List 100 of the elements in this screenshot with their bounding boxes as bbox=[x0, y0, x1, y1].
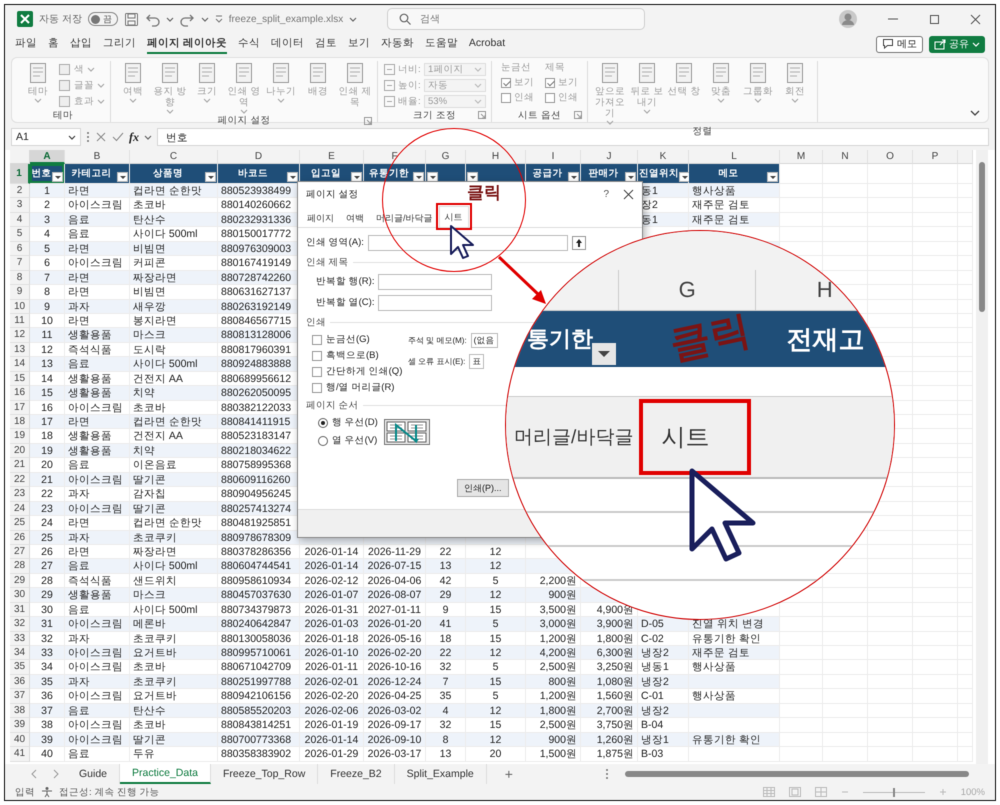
customize-icon[interactable] bbox=[214, 15, 223, 23]
cancel-icon[interactable] bbox=[95, 131, 107, 143]
column-header[interactable]: M bbox=[780, 150, 823, 164]
filter-button[interactable] bbox=[592, 343, 616, 365]
row-number[interactable]: 13 bbox=[10, 342, 30, 358]
comments-button[interactable]: 메모 bbox=[876, 36, 923, 52]
menu-tab[interactable]: 그리기 bbox=[103, 34, 136, 54]
row-number[interactable]: 24 bbox=[10, 502, 30, 516]
maximize-icon[interactable] bbox=[929, 14, 940, 24]
row-number[interactable]: 2 bbox=[10, 184, 30, 198]
row-number[interactable]: 7 bbox=[10, 256, 30, 271]
menu-tab[interactable]: 보기 bbox=[348, 34, 370, 54]
file-name[interactable]: freeze_split_example.xlsx bbox=[228, 14, 344, 24]
help-button[interactable]: ? bbox=[603, 188, 609, 200]
filter-button[interactable] bbox=[205, 172, 216, 182]
checkbox[interactable]: 간단하게 인쇄(Q) bbox=[312, 365, 402, 378]
row-number[interactable]: 34 bbox=[10, 646, 30, 660]
row-number[interactable]: 41 bbox=[10, 747, 30, 762]
sheet-tab[interactable]: Practice_Data bbox=[120, 764, 211, 784]
text-field[interactable] bbox=[378, 274, 492, 290]
row-number[interactable]: 40 bbox=[10, 732, 30, 748]
menu-tab[interactable]: 삽입 bbox=[70, 34, 92, 54]
column-header[interactable]: B bbox=[65, 150, 130, 164]
column-header[interactable]: P bbox=[913, 150, 958, 164]
filter-button[interactable] bbox=[52, 172, 63, 182]
autosave-toggle[interactable]: 끔 bbox=[88, 12, 118, 26]
redo-icon[interactable] bbox=[180, 12, 195, 26]
column-header[interactable]: L bbox=[689, 150, 780, 164]
row-number[interactable]: 26 bbox=[10, 530, 30, 545]
launcher-icon[interactable] bbox=[574, 111, 582, 119]
sheet-tab[interactable]: Freeze_B2 bbox=[318, 764, 395, 784]
radio-button[interactable]: 열 우선(V) bbox=[318, 434, 378, 447]
row-number[interactable]: 14 bbox=[10, 357, 30, 372]
row-number[interactable]: 9 bbox=[10, 285, 30, 300]
dialog-tab[interactable]: 시트 bbox=[438, 206, 469, 227]
row-number[interactable]: 11 bbox=[10, 314, 30, 328]
insert-function-button[interactable]: fx bbox=[129, 130, 139, 144]
row-number[interactable]: 39 bbox=[10, 718, 30, 733]
row-number[interactable]: 8 bbox=[10, 270, 30, 286]
row-number[interactable]: 32 bbox=[10, 617, 30, 632]
column-header[interactable]: O bbox=[868, 150, 913, 164]
filter-button[interactable] bbox=[117, 172, 128, 182]
row-number[interactable]: 35 bbox=[10, 660, 30, 675]
search-field[interactable]: 검색 bbox=[387, 8, 645, 30]
accessibility-status[interactable]: 접근성: 계속 진행 가능 bbox=[59, 786, 160, 798]
share-button[interactable]: 공유 bbox=[929, 36, 985, 52]
chevron-right-icon[interactable] bbox=[53, 769, 59, 779]
row-number[interactable]: 10 bbox=[10, 300, 30, 314]
launcher-icon[interactable] bbox=[364, 117, 372, 125]
row-number[interactable]: 19 bbox=[10, 429, 30, 444]
filter-button[interactable] bbox=[413, 172, 424, 182]
checkbox[interactable]: 흑백으로(B) bbox=[312, 349, 379, 362]
row-number[interactable]: 36 bbox=[10, 674, 30, 690]
checkmark-icon[interactable] bbox=[112, 131, 124, 143]
name-box[interactable]: A1 bbox=[11, 128, 81, 146]
row-number[interactable]: 5 bbox=[10, 227, 30, 242]
row-number[interactable]: 4 bbox=[10, 212, 30, 228]
filter-button[interactable] bbox=[427, 172, 438, 182]
filter-button[interactable] bbox=[767, 172, 778, 182]
menu-tab[interactable]: 파일 bbox=[15, 34, 37, 54]
column-header[interactable]: C bbox=[130, 150, 218, 164]
column-header[interactable]: A bbox=[30, 150, 65, 164]
avatar-icon[interactable] bbox=[839, 10, 857, 28]
text-field[interactable] bbox=[378, 294, 492, 310]
menu-tab[interactable]: 자동화 bbox=[380, 34, 414, 54]
filter-button[interactable] bbox=[568, 172, 579, 182]
row-number[interactable]: 30 bbox=[10, 588, 30, 603]
column-header[interactable]: N bbox=[823, 150, 868, 164]
row-number[interactable]: 17 bbox=[10, 400, 30, 415]
chevron-left-icon[interactable] bbox=[31, 769, 37, 779]
row-number[interactable]: 6 bbox=[10, 242, 30, 256]
row-number[interactable]: 15 bbox=[10, 372, 30, 386]
dropdown-field[interactable]: (없음 bbox=[470, 333, 498, 348]
sheet-tab[interactable]: Split_Example bbox=[394, 764, 487, 784]
menu-tab[interactable]: 검토 bbox=[314, 34, 337, 54]
column-header[interactable]: F bbox=[364, 150, 426, 164]
add-sheet-button[interactable]: + bbox=[486, 764, 531, 784]
more-icon[interactable] bbox=[605, 768, 609, 780]
row-number[interactable]: 3 bbox=[10, 198, 30, 213]
row-number[interactable]: 25 bbox=[10, 516, 30, 530]
row-number[interactable]: 28 bbox=[10, 559, 30, 574]
row-number[interactable]: 37 bbox=[10, 689, 30, 704]
row-number[interactable]: 38 bbox=[10, 704, 30, 718]
close-icon[interactable] bbox=[623, 188, 634, 200]
menu-tab[interactable]: Acrobat bbox=[468, 35, 506, 53]
row-number[interactable]: 12 bbox=[10, 328, 30, 343]
column-header[interactable]: K bbox=[638, 150, 689, 164]
close-icon[interactable] bbox=[970, 14, 981, 24]
filter-button[interactable] bbox=[679, 172, 690, 182]
column-header[interactable]: I bbox=[526, 150, 581, 164]
radio-button[interactable]: 행 우선(D) bbox=[318, 416, 378, 429]
filter-button[interactable] bbox=[287, 172, 298, 182]
column-header[interactable]: D bbox=[218, 150, 300, 164]
row-number[interactable]: 22 bbox=[10, 472, 30, 488]
dropdown-field[interactable]: 표 bbox=[469, 354, 484, 369]
collapse-ribbon-icon[interactable] bbox=[970, 110, 980, 116]
dialog-tab[interactable]: 여백 bbox=[340, 208, 370, 227]
sheet-tab[interactable]: Freeze_Top_Row bbox=[210, 764, 318, 784]
column-header[interactable]: G bbox=[426, 150, 466, 164]
checkbox[interactable]: 행/열 머리글(R) bbox=[312, 381, 394, 394]
